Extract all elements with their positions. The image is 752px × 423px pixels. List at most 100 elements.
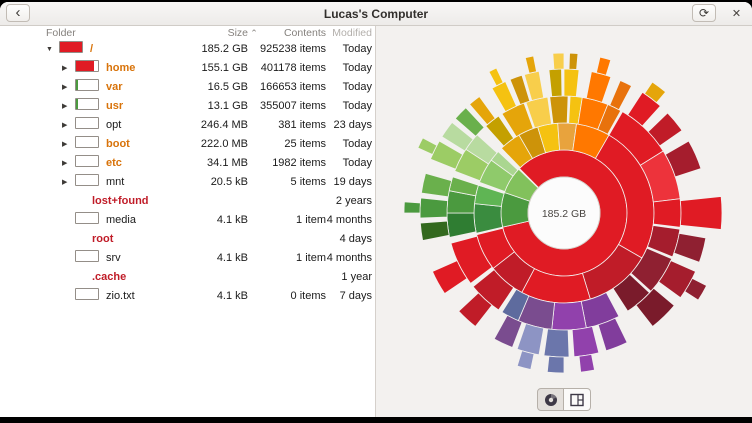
contents-cell: 355007 items bbox=[260, 97, 326, 116]
folder-cell: ▶var bbox=[0, 78, 192, 97]
column-header-folder[interactable]: Folder bbox=[0, 26, 192, 40]
folder-cell: zio.txt bbox=[0, 287, 192, 306]
chart-segment[interactable] bbox=[569, 53, 578, 69]
refresh-button[interactable]: ⟳ bbox=[692, 4, 716, 22]
sort-gap bbox=[248, 249, 260, 268]
sort-gap bbox=[248, 97, 260, 116]
folder-cell: ▶opt bbox=[0, 116, 192, 135]
chart-segment[interactable] bbox=[552, 301, 587, 330]
chart-segment[interactable] bbox=[489, 68, 503, 86]
chart-segment[interactable] bbox=[404, 202, 420, 213]
chart-segment[interactable] bbox=[420, 198, 448, 218]
size-cell: 246.4 MB bbox=[192, 116, 248, 135]
expander-open-icon[interactable]: ▼ bbox=[46, 40, 59, 59]
table-row[interactable]: srv4.1 kB1 item4 months bbox=[0, 249, 375, 268]
folder-table-body: ▼/185.2 GB925238 itemsToday▶home155.1 GB… bbox=[0, 40, 375, 306]
size-cell bbox=[192, 268, 248, 287]
folder-list-pane: Folder Size ⌃ Contents Modified ▼/185.2 … bbox=[0, 26, 376, 417]
column-header-modified[interactable]: Modified bbox=[326, 26, 372, 40]
expander-closed-icon[interactable]: ▶ bbox=[62, 135, 75, 154]
chart-segment[interactable] bbox=[579, 354, 594, 372]
chart-segment[interactable] bbox=[517, 351, 534, 370]
chart-pane: 185.2 GB bbox=[376, 26, 752, 417]
rings-chart-button[interactable] bbox=[537, 388, 564, 411]
chart-segment[interactable] bbox=[549, 69, 562, 97]
folder-cell: lost+found bbox=[0, 192, 192, 211]
expander-closed-icon[interactable]: ▶ bbox=[62, 97, 75, 116]
rings-chart[interactable]: 185.2 GB bbox=[376, 26, 750, 417]
sort-ascending-icon[interactable]: ⌃ bbox=[248, 26, 260, 40]
chart-segment[interactable] bbox=[653, 199, 681, 228]
table-row[interactable]: ▶var16.5 GB 166653 itemsToday bbox=[0, 78, 375, 97]
table-row[interactable]: ▼/185.2 GB925238 itemsToday bbox=[0, 40, 375, 59]
usage-bar bbox=[75, 117, 99, 129]
chart-segment[interactable] bbox=[420, 221, 449, 240]
usage-bar bbox=[75, 136, 99, 148]
chart-segment[interactable] bbox=[517, 324, 544, 355]
sort-gap bbox=[248, 154, 260, 173]
column-headers: Folder Size ⌃ Contents Modified bbox=[0, 26, 375, 40]
table-row[interactable]: ▶boot222.0 MB25 itemsToday bbox=[0, 135, 375, 154]
close-icon[interactable]: ✕ bbox=[728, 5, 745, 22]
table-row[interactable]: ▶mnt20.5 kB5 items19 days bbox=[0, 173, 375, 192]
modified-cell: Today bbox=[326, 40, 372, 59]
table-row[interactable]: ▶home155.1 GB401178 itemsToday bbox=[0, 59, 375, 78]
contents-cell: 1 item bbox=[260, 211, 326, 230]
window-title: Lucas's Computer bbox=[0, 7, 752, 21]
column-header-contents[interactable]: Contents bbox=[260, 26, 326, 40]
modified-cell: Today bbox=[326, 59, 372, 78]
sort-gap bbox=[248, 211, 260, 230]
chart-segment[interactable] bbox=[474, 204, 503, 234]
table-row[interactable]: ▶etc34.1 MB1982 itemsToday bbox=[0, 154, 375, 173]
table-row[interactable]: zio.txt4.1 kB0 items7 days bbox=[0, 287, 375, 306]
treemap-chart-button[interactable] bbox=[564, 388, 591, 411]
folder-name: zio.txt bbox=[106, 290, 135, 302]
contents-cell: 166653 items bbox=[260, 78, 326, 97]
expander-closed-icon[interactable]: ▶ bbox=[62, 116, 75, 135]
table-row[interactable]: .cache1 year bbox=[0, 268, 375, 287]
folder-cell: ▶etc bbox=[0, 154, 192, 173]
modified-cell: 23 days bbox=[326, 116, 372, 135]
table-row[interactable]: root4 days bbox=[0, 230, 375, 249]
chart-segment[interactable] bbox=[572, 327, 599, 357]
table-row[interactable]: lost+found2 years bbox=[0, 192, 375, 211]
sort-gap bbox=[248, 230, 260, 249]
chart-segment[interactable] bbox=[525, 56, 536, 73]
expander-closed-icon[interactable]: ▶ bbox=[62, 154, 75, 173]
expander-closed-icon[interactable]: ▶ bbox=[62, 78, 75, 97]
modified-cell: 4 months bbox=[326, 249, 372, 268]
chart-segment[interactable] bbox=[674, 233, 706, 262]
usage-bar-fill bbox=[76, 99, 78, 109]
chart-segment[interactable] bbox=[610, 80, 632, 109]
chart-segment[interactable] bbox=[553, 53, 564, 69]
column-header-size[interactable]: Size bbox=[192, 26, 248, 40]
folder-cell: ▶boot bbox=[0, 135, 192, 154]
expander-closed-icon[interactable]: ▶ bbox=[62, 59, 75, 78]
table-row[interactable]: media4.1 kB1 item4 months bbox=[0, 211, 375, 230]
chart-segment[interactable] bbox=[547, 356, 564, 373]
chart-segment[interactable] bbox=[680, 196, 722, 229]
chart-segment[interactable] bbox=[596, 57, 610, 75]
chart-segment[interactable] bbox=[421, 173, 451, 196]
modified-cell: 7 days bbox=[326, 287, 372, 306]
size-cell: 16.5 GB bbox=[192, 78, 248, 97]
chart-segment[interactable] bbox=[447, 213, 476, 237]
contents-cell bbox=[260, 230, 326, 249]
modified-cell: Today bbox=[326, 78, 372, 97]
table-row[interactable]: ▶opt246.4 MB381 items23 days bbox=[0, 116, 375, 135]
usage-bar bbox=[75, 174, 99, 186]
chart-segment[interactable] bbox=[564, 69, 579, 97]
chart-segment[interactable] bbox=[550, 96, 568, 124]
chart-segment[interactable] bbox=[586, 72, 611, 103]
size-cell: 20.5 kB bbox=[192, 173, 248, 192]
chart-segment[interactable] bbox=[418, 138, 437, 155]
chart-center: 185.2 GB bbox=[528, 177, 600, 249]
size-cell: 34.1 MB bbox=[192, 154, 248, 173]
usage-bar-fill bbox=[60, 42, 82, 52]
chart-segment[interactable] bbox=[494, 315, 522, 347]
table-row[interactable]: ▶usr13.1 GB355007 itemsToday bbox=[0, 97, 375, 116]
expander-closed-icon[interactable]: ▶ bbox=[62, 173, 75, 192]
chart-center-label: 185.2 GB bbox=[542, 208, 586, 220]
chart-segment[interactable] bbox=[544, 329, 569, 357]
contents-cell bbox=[260, 268, 326, 287]
